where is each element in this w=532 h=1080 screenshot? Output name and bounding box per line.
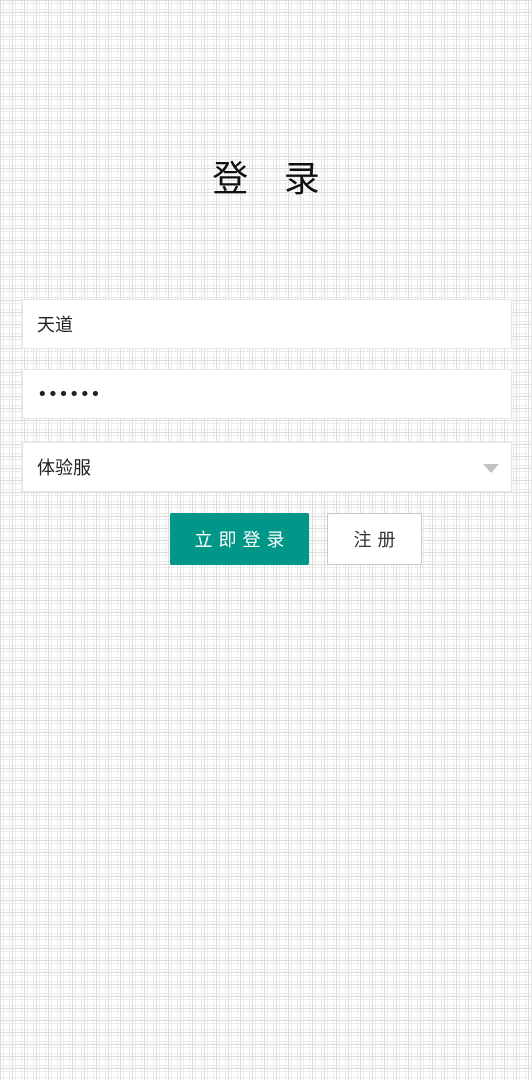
password-field[interactable]: •••••• [22, 369, 512, 419]
username-field[interactable]: 天道 [22, 299, 512, 349]
username-value[interactable]: 天道 [37, 311, 73, 337]
register-button[interactable]: 注册 [327, 513, 422, 565]
password-value[interactable]: •••••• [37, 384, 101, 405]
page-title: 登 录 [212, 159, 332, 200]
caret-down-icon[interactable] [483, 464, 499, 473]
server-selected-value[interactable]: 体验服 [37, 454, 91, 480]
login-button[interactable]: 立即登录 [170, 513, 309, 565]
server-select[interactable]: 体验服 [22, 442, 512, 492]
